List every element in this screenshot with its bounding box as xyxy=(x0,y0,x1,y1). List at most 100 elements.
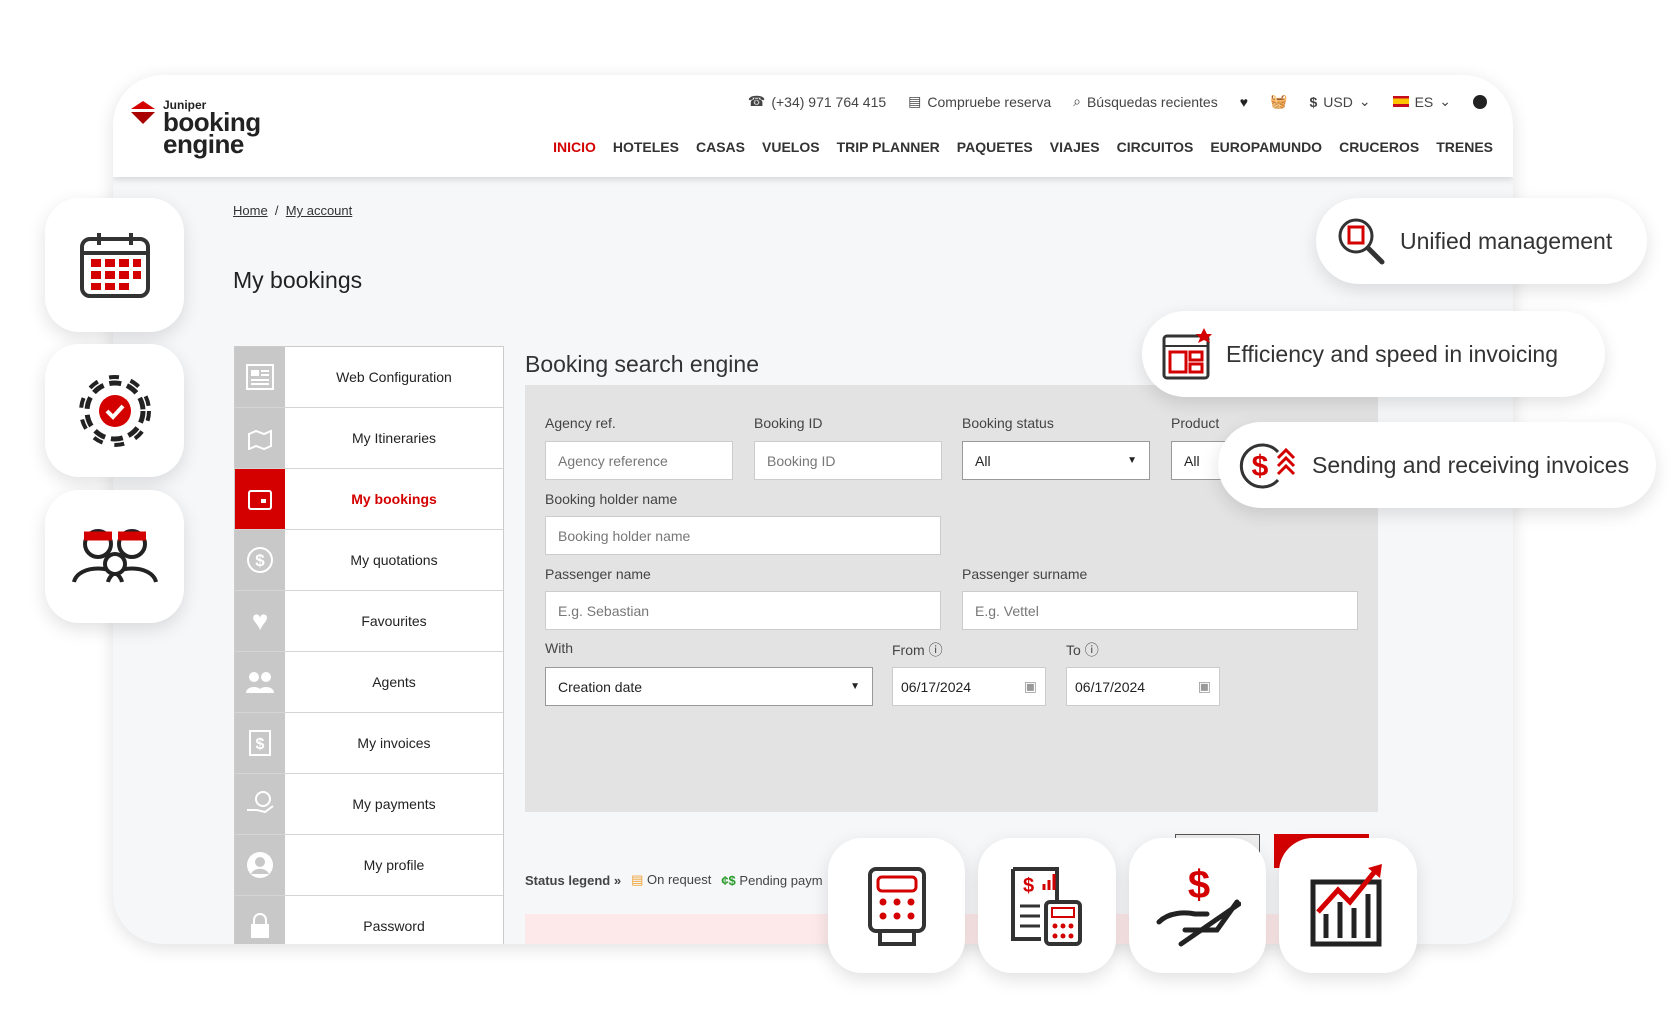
nav-cruceros[interactable]: CRUCEROS xyxy=(1339,139,1419,155)
dashboard-star-icon xyxy=(1162,328,1212,380)
on-request-text: On request xyxy=(647,872,712,887)
agency-ref-input[interactable]: Agency reference xyxy=(545,441,733,480)
svg-text:$: $ xyxy=(255,551,265,570)
pending-text: Pending paym xyxy=(739,872,823,888)
header: Juniper booking engine ☎ (+34) 971 764 415 … xyxy=(113,75,1513,177)
menu-my-itineraries[interactable]: My Itineraries xyxy=(235,408,503,469)
recent-searches-link[interactable]: ⌕ Búsquedas recientes xyxy=(1073,93,1218,110)
with-label: With xyxy=(545,640,573,656)
to-text: To xyxy=(1066,642,1081,658)
svg-text:$: $ xyxy=(1187,864,1209,907)
calendar-icon xyxy=(79,233,150,298)
basket-icon[interactable]: 🧺 xyxy=(1270,93,1287,110)
logo[interactable]: Juniper booking engine xyxy=(129,99,261,157)
caret-down-icon: ▼ xyxy=(850,681,860,692)
menu-agents[interactable]: Agents xyxy=(235,652,503,713)
from-text: From xyxy=(892,642,925,658)
profile-icon xyxy=(235,835,285,895)
menu-favourites[interactable]: ♥ Favourites xyxy=(235,591,503,652)
pending-payment-item: ¢$ Pending paym xyxy=(721,873,822,888)
team-feature-card xyxy=(45,490,184,623)
passenger-name-input[interactable]: E.g. Sebastian xyxy=(545,591,941,630)
menu-my-quotations[interactable]: $ My quotations xyxy=(235,530,503,591)
section-title: Booking search engine xyxy=(525,351,759,377)
product-value: All xyxy=(1184,452,1200,469)
booking-status-select[interactable]: All ▼ xyxy=(962,441,1150,480)
status-value: All xyxy=(975,452,991,469)
status-legend: Status legend » ▤ On request ¢$ Pending … xyxy=(525,872,823,888)
menu-my-bookings[interactable]: My bookings xyxy=(235,469,503,530)
booking-id-label: Booking ID xyxy=(754,415,823,431)
menu-label: My profile xyxy=(363,857,425,873)
phone-icon: ☎ xyxy=(747,93,766,109)
menu-label: My payments xyxy=(352,796,436,812)
from-date-input[interactable]: 06/17/2024 ▣ xyxy=(892,667,1046,706)
menu-label: Agents xyxy=(372,674,416,690)
to-label: To ⓘ xyxy=(1066,640,1099,660)
on-request-icon: ▤ xyxy=(631,872,644,887)
currency-text: USD xyxy=(1323,93,1353,110)
menu-label: My quotations xyxy=(350,552,438,568)
to-date-input[interactable]: 06/17/2024 ▣ xyxy=(1066,667,1220,706)
nav-trip-planner[interactable]: TRIP PLANNER xyxy=(837,139,940,155)
invoice-calculator-icon: $ xyxy=(1011,866,1082,946)
nav-trenes[interactable]: TRENES xyxy=(1436,139,1493,155)
user-icon[interactable] xyxy=(1473,94,1487,109)
magnifier-hotel-icon xyxy=(1338,218,1385,265)
calendar-icon[interactable]: ▣ xyxy=(1198,678,1211,695)
feature-text: Sending and receiving invoices xyxy=(1312,451,1630,478)
booking-id-input[interactable]: Booking ID xyxy=(754,441,942,480)
account-menu: Web Configuration My Itineraries My book… xyxy=(234,346,504,944)
svg-text:$: $ xyxy=(256,736,265,753)
product-label: Product xyxy=(1171,415,1220,431)
spain-flag-icon xyxy=(1392,96,1409,107)
heart-icon[interactable]: ♥ xyxy=(1240,94,1248,110)
check-booking-link[interactable]: ▤ Compruebe reserva xyxy=(908,93,1051,110)
invoice-calculator-card: $ xyxy=(978,838,1116,973)
caret-down-icon: ▼ xyxy=(1127,455,1137,466)
growth-chart-icon xyxy=(1310,863,1382,946)
passenger-surname-input[interactable]: E.g. Vettel xyxy=(962,591,1358,630)
phone-link[interactable]: ☎ (+34) 971 764 415 xyxy=(748,93,886,110)
holder-name-input[interactable]: Booking holder name xyxy=(545,516,941,555)
nav-casas[interactable]: CASAS xyxy=(696,139,745,155)
nav-inicio[interactable]: INICIO xyxy=(553,139,596,155)
menu-label: Favourites xyxy=(361,613,427,629)
info-icon[interactable]: ⓘ xyxy=(929,642,943,658)
from-label: From ⓘ xyxy=(892,640,943,660)
with-value: Creation date xyxy=(558,678,643,695)
menu-my-profile[interactable]: My profile xyxy=(235,835,503,896)
nav-hoteles[interactable]: HOTELES xyxy=(613,139,679,155)
holder-label: Booking holder name xyxy=(545,491,678,507)
currency-select[interactable]: $ USD ⌄ xyxy=(1309,93,1370,110)
feature-text: Efficiency and speed in invoicing xyxy=(1226,340,1559,367)
legend-title: Status legend » xyxy=(525,872,622,888)
info-icon[interactable]: ⓘ xyxy=(1085,642,1099,658)
menu-web-configuration[interactable]: Web Configuration xyxy=(235,347,503,408)
pos-terminal-card xyxy=(828,838,965,973)
menu-password[interactable]: Password xyxy=(235,896,503,944)
main-nav: INICIO HOTELES CASAS VUELOS TRIP PLANNER… xyxy=(553,139,1493,155)
nav-paquetes[interactable]: PAQUETES xyxy=(957,139,1033,155)
menu-my-invoices[interactable]: $ My invoices xyxy=(235,713,503,774)
nav-europamundo[interactable]: EUROPAMUNDO xyxy=(1210,139,1322,155)
menu-label: My bookings xyxy=(351,491,437,507)
nav-circuitos[interactable]: CIRCUITOS xyxy=(1117,139,1194,155)
nav-vuelos[interactable]: VUELOS xyxy=(762,139,820,155)
page-title: My bookings xyxy=(233,267,363,293)
growth-chart-card xyxy=(1279,838,1417,973)
lock-icon xyxy=(235,896,285,944)
from-value: 06/17/2024 xyxy=(901,678,972,695)
with-select[interactable]: Creation date ▼ xyxy=(545,667,873,706)
team-icon xyxy=(71,528,158,583)
language-select[interactable]: ES ⌄ xyxy=(1392,93,1451,110)
menu-my-payments[interactable]: My payments xyxy=(235,774,503,835)
menu-label: Password xyxy=(363,918,425,934)
breadcrumb-account[interactable]: My account xyxy=(286,203,352,218)
nav-viajes[interactable]: VIAJES xyxy=(1050,139,1100,155)
calendar-icon[interactable]: ▣ xyxy=(1024,678,1037,695)
map-icon xyxy=(235,408,285,468)
agency-label: Agency ref. xyxy=(545,415,616,431)
check-text: Compruebe reserva xyxy=(927,93,1052,110)
breadcrumb-home[interactable]: Home xyxy=(233,203,268,218)
